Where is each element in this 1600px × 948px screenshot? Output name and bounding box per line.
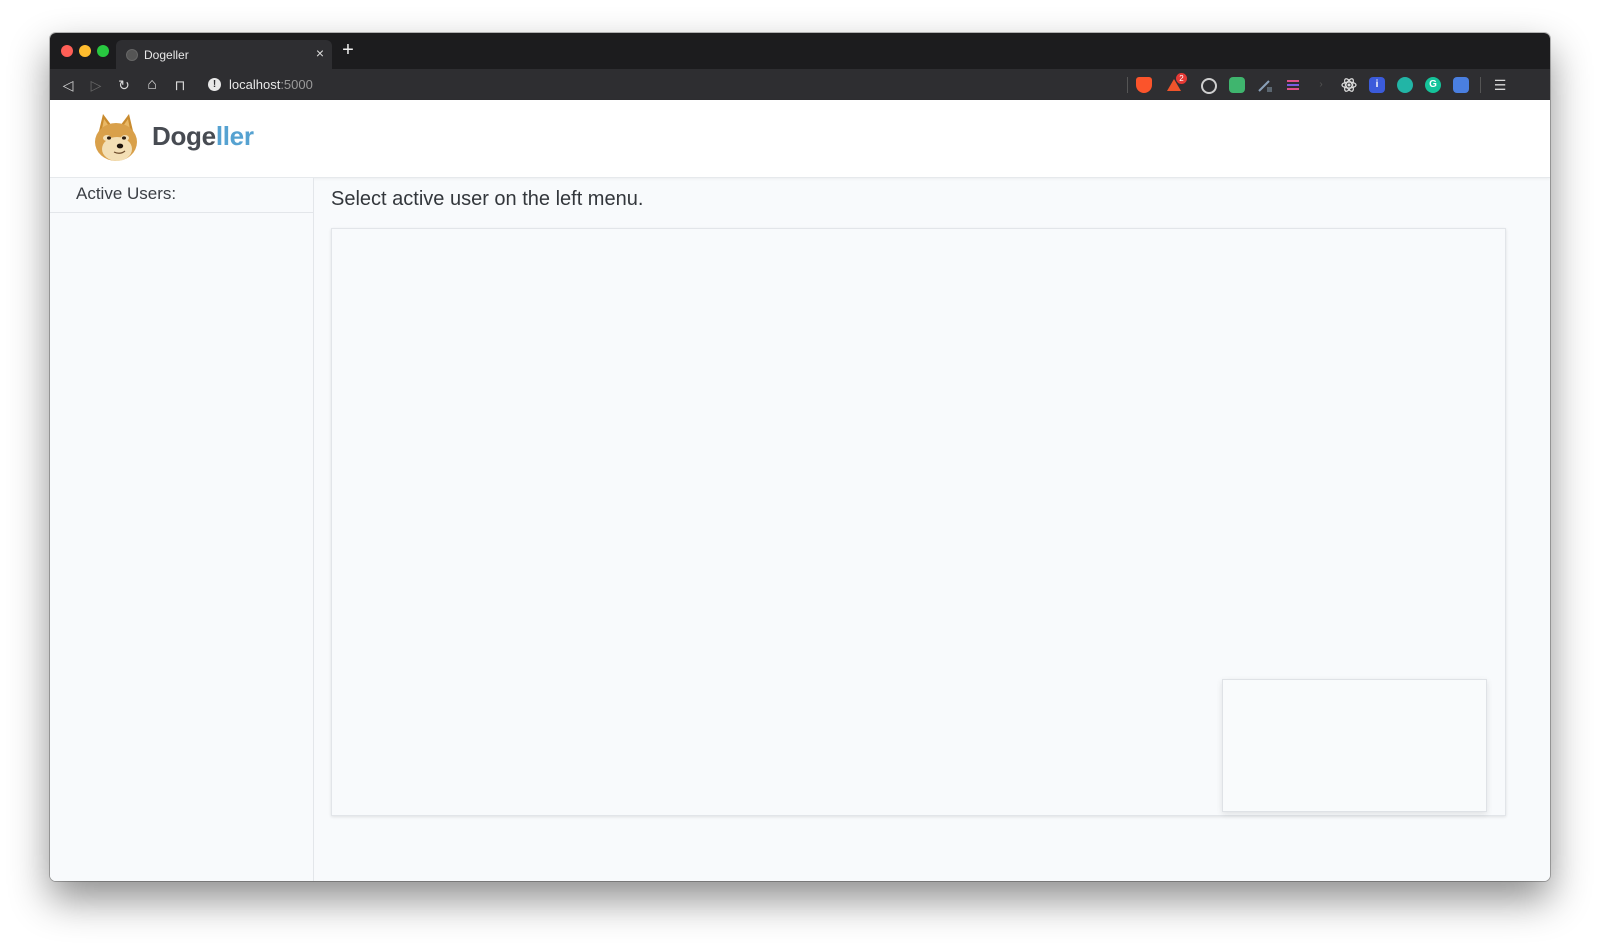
brand-name-part2: ller <box>215 121 254 151</box>
local-video-preview <box>1222 679 1487 812</box>
active-users-sidebar: Active Users: <box>50 178 314 881</box>
sidebar-title: Active Users: <box>50 178 313 213</box>
lines-extension-icon[interactable] <box>1285 77 1301 93</box>
chat-extension-icon[interactable] <box>1229 77 1245 93</box>
info-extension-icon[interactable]: i <box>1369 77 1385 93</box>
tab-close-icon[interactable]: × <box>316 45 324 61</box>
remote-video-area <box>331 228 1506 816</box>
globe-icon <box>126 49 138 61</box>
brand-name-part1: Doge <box>152 121 216 151</box>
new-tab-button[interactable]: + <box>338 39 358 61</box>
info-icon[interactable]: ! <box>208 78 221 91</box>
brave-rewards-icon[interactable]: 2 <box>1166 73 1187 93</box>
brave-shield-icon[interactable] <box>1136 77 1152 93</box>
browser-window: Dogeller × + ◁ ▷ ↻ ⌂ ⊓ ! localhost:5000 … <box>50 33 1550 881</box>
home-button[interactable]: ⌂ <box>142 75 162 95</box>
back-button[interactable]: ◁ <box>58 75 78 95</box>
rewards-badge: 2 <box>1176 73 1187 84</box>
target-icon[interactable] <box>1201 78 1217 94</box>
teal-circle-extension-icon[interactable] <box>1397 77 1413 93</box>
tab-title: Dogeller <box>144 48 189 62</box>
arrow-extension-icon[interactable]: › <box>1313 77 1329 93</box>
url-port: :5000 <box>280 77 313 92</box>
browser-tab[interactable]: Dogeller × <box>116 40 332 69</box>
reload-button[interactable]: ↻ <box>114 75 134 95</box>
minimize-window-button[interactable] <box>79 45 91 57</box>
grammarly-icon[interactable]: G <box>1425 77 1441 93</box>
address-bar[interactable]: ! localhost:5000 <box>202 72 1126 97</box>
toolbar-divider <box>1127 77 1128 93</box>
page-content: Dogeller Active Users: Select active use… <box>50 100 1550 881</box>
app-header: Dogeller <box>50 100 1550 178</box>
url-text: localhost:5000 <box>229 77 313 92</box>
browser-menu-button[interactable]: ☰ <box>1492 76 1508 94</box>
pen-extension-icon[interactable] <box>1257 77 1273 93</box>
forward-button[interactable]: ▷ <box>86 75 106 95</box>
react-devtools-icon[interactable] <box>1341 77 1357 93</box>
tab-bar: Dogeller × + <box>50 33 1550 69</box>
brand-logo-text[interactable]: Dogeller <box>152 121 254 152</box>
main-instruction-text: Select active user on the left menu. <box>331 188 644 210</box>
browser-toolbar: ◁ ▷ ↻ ⌂ ⊓ ! localhost:5000 2 › i G ☰ <box>50 69 1550 101</box>
url-host: localhost <box>229 77 281 92</box>
bookmark-button[interactable]: ⊓ <box>170 75 190 95</box>
maximize-window-button[interactable] <box>97 45 109 57</box>
toolbar-divider <box>1480 77 1481 93</box>
close-window-button[interactable] <box>61 45 73 57</box>
doge-logo-icon[interactable] <box>90 112 142 164</box>
translate-extension-icon[interactable] <box>1453 77 1469 93</box>
